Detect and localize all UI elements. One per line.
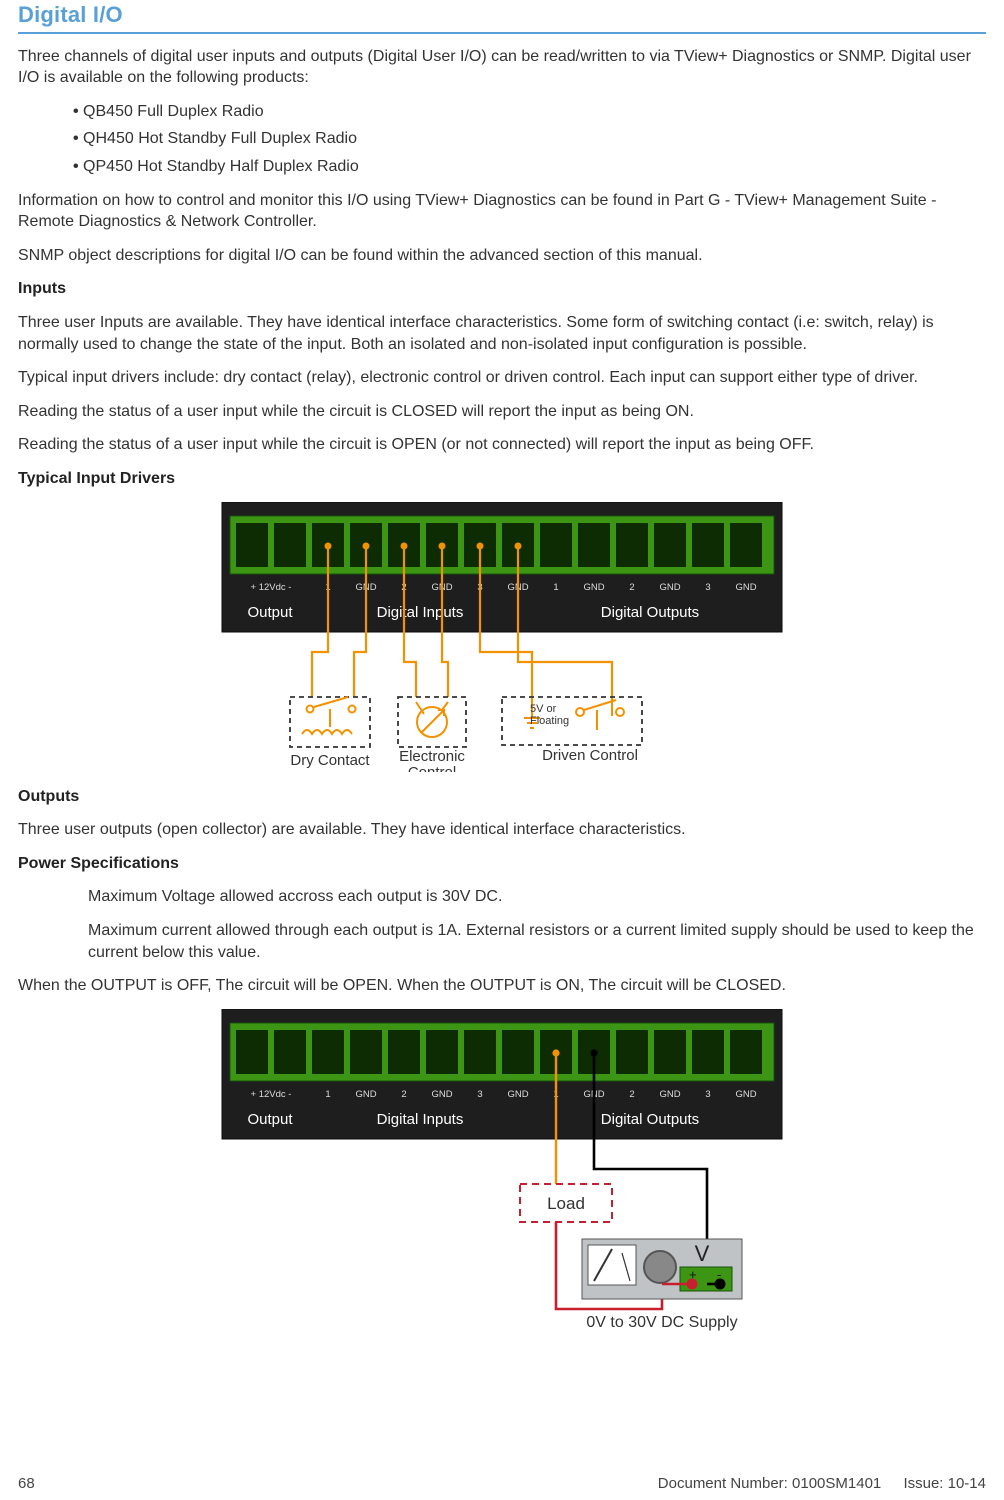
product-list: QB450 Full Duplex Radio QH450 Hot Standb…	[18, 101, 986, 178]
pin-label: GND	[659, 582, 680, 593]
group-label-output: Output	[247, 1111, 293, 1128]
body-paragraph: Reading the status of a user input while…	[18, 434, 986, 456]
dry-contact-label: Dry Contact	[290, 752, 370, 769]
pin-label: 2	[401, 1089, 406, 1100]
figure-output-wiring: + 12Vdc - 1 GND 2 GND 3 GND 1 GND 2 GND …	[18, 1009, 986, 1339]
dry-contact-symbol: Dry Contact	[290, 697, 370, 769]
input-drivers-diagram: + 12Vdc - 1 GND 2 GND 3 GND 1 GND 2 GND …	[202, 502, 802, 772]
driven-control-label: Driven Control	[542, 747, 638, 764]
body-paragraph: When the OUTPUT is OFF, The circuit will…	[18, 975, 986, 997]
list-item: QH450 Hot Standby Full Duplex Radio	[73, 128, 986, 150]
inputs-heading: Inputs	[18, 278, 986, 300]
pin-label: GND	[659, 1089, 680, 1100]
body-paragraph: Three user Inputs are available. They ha…	[18, 312, 986, 355]
outputs-heading: Outputs	[18, 786, 986, 808]
electronic-control-label-2: Control	[408, 764, 456, 772]
page-number: 68	[18, 1474, 35, 1494]
pin-label: 1	[325, 1089, 330, 1100]
float-label-2: Floating	[530, 715, 569, 727]
body-paragraph: Maximum current allowed through each out…	[18, 920, 986, 963]
body-paragraph: Reading the status of a user input while…	[18, 401, 986, 423]
driven-control-symbol: 5V or Floating Driven Control	[502, 697, 642, 764]
pin-label: 1	[553, 582, 558, 593]
page-footer: 68 Document Number: 0100SM1401 Issue: 10…	[18, 1474, 986, 1494]
electronic-control-label-1: Electronic	[399, 748, 465, 765]
pin-label: 3	[705, 1089, 710, 1100]
pin-label: + 12Vdc -	[251, 582, 292, 593]
section-heading: Digital I/O	[18, 0, 986, 34]
pin-label: 3	[705, 582, 710, 593]
group-label-output: Output	[247, 604, 293, 621]
power-supply-symbol: V + -	[582, 1239, 742, 1299]
load-label: Load	[547, 1194, 585, 1213]
issue-number: Issue: 10-14	[903, 1475, 986, 1492]
figure-input-drivers: + 12Vdc - 1 GND 2 GND 3 GND 1 GND 2 GND …	[18, 502, 986, 772]
pin-label: 2	[629, 582, 634, 593]
group-label-dout: Digital Outputs	[601, 1111, 699, 1128]
pin-label: GND	[735, 582, 756, 593]
doc-number: Document Number: 0100SM1401	[658, 1475, 881, 1492]
list-item: QP450 Hot Standby Half Duplex Radio	[73, 156, 986, 178]
body-paragraph: Maximum Voltage allowed accross each out…	[18, 886, 986, 908]
snmp-paragraph: SNMP object descriptions for digital I/O…	[18, 245, 986, 267]
info-paragraph: Information on how to control and monito…	[18, 190, 986, 233]
power-spec-heading: Power Specifications	[18, 853, 986, 875]
body-paragraph: Typical input drivers include: dry conta…	[18, 367, 986, 389]
pin-label: + 12Vdc -	[251, 1089, 292, 1100]
group-label-din: Digital Inputs	[377, 1111, 464, 1128]
typical-drivers-heading: Typical Input Drivers	[18, 468, 986, 490]
output-wiring-diagram: + 12Vdc - 1 GND 2 GND 3 GND 1 GND 2 GND …	[202, 1009, 802, 1339]
pin-label: GND	[583, 582, 604, 593]
pin-label: GND	[355, 1089, 376, 1100]
pin-label: GND	[431, 1089, 452, 1100]
electronic-control-symbol: Electronic Control	[398, 697, 466, 772]
pin-label: GND	[507, 1089, 528, 1100]
float-label-1: 5V or	[530, 703, 557, 715]
list-item: QB450 Full Duplex Radio	[73, 101, 986, 123]
intro-paragraph: Three channels of digital user inputs an…	[18, 46, 986, 89]
pin-label: 2	[629, 1089, 634, 1100]
pin-label: 3	[477, 1089, 482, 1100]
voltage-label: V	[695, 1241, 710, 1266]
supply-label: 0V to 30V DC Supply	[586, 1314, 737, 1331]
pin-label: GND	[735, 1089, 756, 1100]
body-paragraph: Three user outputs (open collector) are …	[18, 819, 986, 841]
group-label-dout: Digital Outputs	[601, 604, 699, 621]
group-label-din: Digital Inputs	[377, 604, 464, 621]
